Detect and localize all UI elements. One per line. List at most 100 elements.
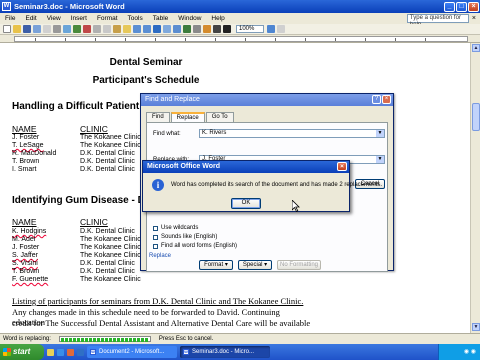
scroll-down-icon[interactable]: ▼: [472, 323, 480, 331]
section2-heading: Identifying Gum Disease - Dr.: [12, 195, 151, 206]
copy-icon[interactable]: [103, 25, 111, 33]
section2-name: J. Foster: [12, 244, 40, 251]
zoom-select[interactable]: 100%: [236, 25, 264, 33]
format-painter-icon[interactable]: [123, 25, 131, 33]
tab-find[interactable]: Find: [146, 112, 170, 122]
section2-clinic: The Kokanee Clinic: [80, 276, 141, 283]
message-close-icon[interactable]: ×: [337, 162, 347, 171]
read-icon[interactable]: [277, 25, 285, 33]
quick-launch-icon[interactable]: [77, 348, 84, 356]
find-replace-title-bar[interactable]: Find and Replace ? ×: [141, 94, 393, 106]
windows-logo-icon: [3, 348, 11, 356]
word-app-icon[interactable]: W: [2, 2, 11, 11]
replace-section-label: Replace: [149, 253, 172, 259]
section2-name-header: NAME: [12, 217, 37, 227]
minimize-button[interactable]: _: [444, 1, 455, 12]
permission-icon[interactable]: [33, 25, 41, 33]
scrollbar-thumb[interactable]: [472, 103, 480, 131]
ok-button[interactable]: OK: [231, 198, 261, 209]
help-icon[interactable]: [267, 25, 275, 33]
section1-clinic: The Kokanee Clinic: [80, 142, 141, 149]
sounds-like-checkbox[interactable]: Sounds like (English): [153, 234, 217, 240]
tables-borders-icon[interactable]: [163, 25, 171, 33]
special-button[interactable]: Special ▾: [238, 260, 272, 270]
maximize-button[interactable]: □: [456, 1, 467, 12]
find-replace-tabs: Find Replace Go To: [146, 112, 393, 122]
insert-excel-icon[interactable]: [183, 25, 191, 33]
menu-view[interactable]: View: [42, 15, 66, 22]
menu-window[interactable]: Window: [173, 15, 206, 22]
redo-icon[interactable]: [143, 25, 151, 33]
section1-name: J. Foster: [12, 134, 40, 141]
section1-name: R. MacDonald: [12, 150, 57, 157]
replacement-message-box: Microsoft Office Word × i Word has compl…: [142, 160, 382, 212]
menu-help[interactable]: Help: [206, 15, 229, 22]
chevron-down-icon[interactable]: ▼: [376, 130, 384, 137]
spelling-icon[interactable]: [73, 25, 81, 33]
tab-replace[interactable]: Replace: [170, 112, 205, 122]
section2-name: K. Hodgins: [12, 228, 47, 235]
quick-launch-icon[interactable]: [47, 348, 54, 356]
taskbar-seminar3[interactable]: W Seminar3.doc - Micro...: [180, 346, 270, 358]
horizontal-ruler[interactable]: [0, 35, 480, 43]
columns-icon[interactable]: [193, 25, 201, 33]
start-button[interactable]: start: [0, 344, 44, 360]
close-window-button[interactable]: ×: [468, 1, 479, 12]
menu-format[interactable]: Format: [92, 15, 123, 22]
print-icon[interactable]: [53, 25, 61, 33]
tab-goto[interactable]: Go To: [205, 112, 234, 122]
section1-clinic: D.K. Dental Clinic: [80, 150, 135, 157]
dialog-close-icon[interactable]: ×: [382, 95, 391, 104]
word-forms-checkbox[interactable]: Find all word forms (English): [153, 243, 237, 249]
taskbar: start W Document2 - Microsoft... W Semin…: [0, 344, 480, 360]
insert-table-icon[interactable]: [173, 25, 181, 33]
no-formatting-button[interactable]: No Formatting: [277, 260, 321, 270]
section2-name: S. Jaffer: [12, 252, 38, 259]
message-text: Word has completed its search of the doc…: [171, 182, 383, 188]
quick-launch-icon[interactable]: [57, 348, 64, 356]
new-document-icon[interactable]: [3, 25, 11, 33]
title-bar: W Seminar3.doc - Microsoft Word _ □ ×: [0, 0, 480, 13]
window-title: Seminar3.doc - Microsoft Word: [14, 2, 125, 11]
menu-insert[interactable]: Insert: [66, 15, 92, 22]
hyperlink-icon[interactable]: [153, 25, 161, 33]
paste-icon[interactable]: [113, 25, 121, 33]
footer-line: Listing of participants for seminars fro…: [12, 296, 304, 306]
chevron-down-icon[interactable]: ▼: [376, 156, 384, 163]
footer-line: credit for The Successful Dental Assista…: [12, 318, 311, 328]
use-wildcards-checkbox[interactable]: Use wildcards: [153, 225, 198, 231]
section1-name: T. Brown: [12, 158, 40, 165]
section1-clinic: The Kokanee Clinic: [80, 134, 141, 141]
menu-edit[interactable]: Edit: [20, 15, 41, 22]
menu-file[interactable]: File: [0, 15, 20, 22]
section2-clinic: The Kokanee Clinic: [80, 252, 141, 259]
menu-table[interactable]: Table: [148, 15, 174, 22]
research-icon[interactable]: [83, 25, 91, 33]
open-folder-icon[interactable]: [13, 25, 21, 33]
vertical-scrollbar[interactable]: ▲ ▼: [470, 43, 480, 333]
undo-icon[interactable]: [133, 25, 141, 33]
doc-subtitle: Participant's Schedule: [92, 75, 200, 86]
format-button[interactable]: Format ▾: [199, 260, 233, 270]
find-what-field[interactable]: K. Rivers ▼: [199, 129, 385, 138]
help-search-input[interactable]: Type a question for help: [406, 14, 469, 28]
email-icon[interactable]: [43, 25, 51, 33]
section2-clinic-header: CLINIC: [80, 217, 108, 227]
save-icon[interactable]: [23, 25, 31, 33]
show-hide-icon[interactable]: [223, 25, 231, 33]
section1-name: I. Smart: [12, 166, 37, 173]
document-close-icon[interactable]: ×: [472, 15, 476, 22]
drawing-icon[interactable]: [203, 25, 211, 33]
menu-tools[interactable]: Tools: [123, 15, 148, 22]
taskbar-document2[interactable]: W Document2 - Microsoft...: [87, 346, 177, 358]
section1-name-header: NAME: [12, 124, 37, 134]
section1-clinic-header: CLINIC: [80, 124, 108, 134]
scroll-up-icon[interactable]: ▲: [472, 44, 480, 52]
cut-icon[interactable]: [93, 25, 101, 33]
message-title-bar[interactable]: Microsoft Office Word ×: [143, 161, 349, 173]
dialog-help-icon[interactable]: ?: [372, 95, 381, 104]
quick-launch-icon[interactable]: [67, 348, 74, 356]
document-map-icon[interactable]: [213, 25, 221, 33]
print-preview-icon[interactable]: [63, 25, 71, 33]
system-tray[interactable]: ◉ ◉: [438, 344, 480, 360]
